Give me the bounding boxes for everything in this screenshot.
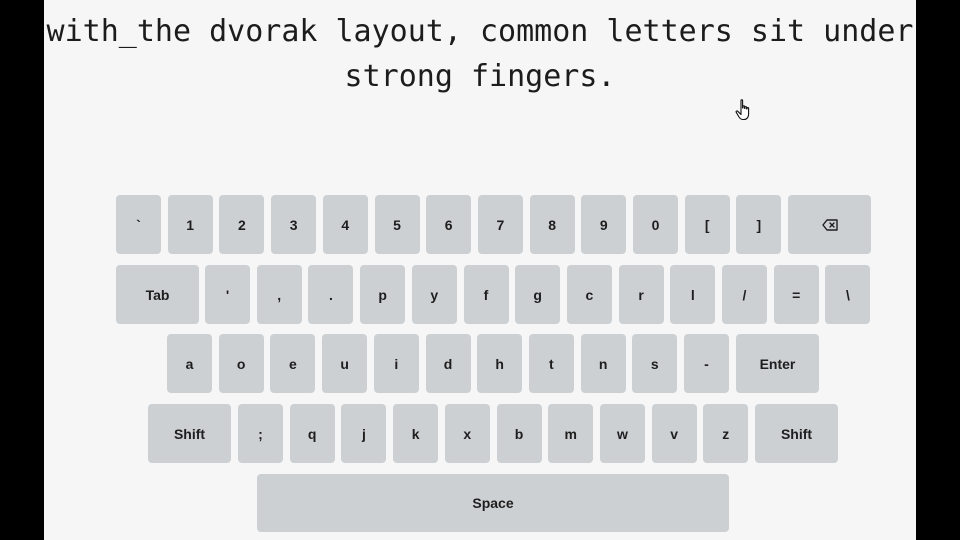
key-t[interactable]: t bbox=[528, 334, 574, 393]
key-o[interactable]: o bbox=[218, 334, 264, 393]
key-p[interactable]: p bbox=[360, 265, 406, 324]
backspace-icon bbox=[821, 218, 838, 231]
key-4[interactable]: 4 bbox=[322, 195, 368, 254]
key-period[interactable]: . bbox=[308, 265, 354, 324]
key-e[interactable]: e bbox=[270, 334, 316, 393]
key-g[interactable]: g bbox=[515, 265, 561, 324]
key-v[interactable]: v bbox=[651, 404, 697, 463]
key-8[interactable]: 8 bbox=[529, 195, 575, 254]
key-c[interactable]: c bbox=[566, 265, 612, 324]
key-2[interactable]: 2 bbox=[219, 195, 265, 254]
key-m[interactable]: m bbox=[548, 404, 594, 463]
key-hyphen[interactable]: - bbox=[684, 334, 729, 393]
key-j[interactable]: j bbox=[341, 404, 387, 463]
left-shift-key[interactable]: Shift bbox=[148, 404, 231, 463]
key-n[interactable]: n bbox=[580, 334, 626, 393]
key-r[interactable]: r bbox=[618, 265, 664, 324]
key-left-bracket[interactable]: [ bbox=[684, 195, 730, 254]
key-w[interactable]: w bbox=[599, 404, 645, 463]
key-3[interactable]: 3 bbox=[271, 195, 317, 254]
key-0[interactable]: 0 bbox=[633, 195, 678, 254]
typing-prompt: with_the dvorak layout, common letters s… bbox=[44, 9, 916, 99]
key-apostrophe[interactable]: ' bbox=[205, 265, 250, 324]
key-6[interactable]: 6 bbox=[426, 195, 472, 254]
key-d[interactable]: d bbox=[425, 334, 471, 393]
key-l[interactable]: l bbox=[670, 265, 716, 324]
key-semicolon[interactable]: ; bbox=[238, 404, 283, 463]
key-a[interactable]: a bbox=[167, 334, 212, 393]
key-h[interactable]: h bbox=[477, 334, 523, 393]
right-shift-key[interactable]: Shift bbox=[755, 404, 838, 463]
enter-key[interactable]: Enter bbox=[736, 334, 819, 393]
key-7[interactable]: 7 bbox=[477, 195, 523, 254]
key-y[interactable]: y bbox=[411, 265, 457, 324]
key-9[interactable]: 9 bbox=[581, 195, 627, 254]
key-slash[interactable]: / bbox=[722, 265, 767, 324]
key-equals[interactable]: = bbox=[773, 265, 819, 324]
backspace-key[interactable] bbox=[788, 195, 871, 254]
key-b[interactable]: b bbox=[496, 404, 542, 463]
key-q[interactable]: q bbox=[289, 404, 335, 463]
key-1[interactable]: 1 bbox=[167, 195, 213, 254]
key-backtick[interactable]: ` bbox=[116, 195, 161, 254]
key-u[interactable]: u bbox=[322, 334, 368, 393]
key-i[interactable]: i bbox=[373, 334, 419, 393]
key-comma[interactable]: , bbox=[256, 265, 302, 324]
space-key[interactable]: Space bbox=[257, 474, 729, 532]
key-z[interactable]: z bbox=[703, 404, 749, 463]
key-f[interactable]: f bbox=[463, 265, 509, 324]
typing-practice-area: with_the dvorak layout, common letters s… bbox=[44, 0, 916, 540]
key-backslash[interactable]: \ bbox=[825, 265, 871, 324]
key-k[interactable]: k bbox=[393, 404, 439, 463]
key-x[interactable]: x bbox=[444, 404, 490, 463]
tab-key[interactable]: Tab bbox=[116, 265, 199, 324]
prompt-line-2: strong fingers. bbox=[344, 59, 616, 94]
hand-pointer-icon bbox=[735, 99, 750, 121]
prompt-line-1: with_the dvorak layout, common letters s… bbox=[46, 14, 914, 49]
key-right-bracket[interactable]: ] bbox=[736, 195, 782, 254]
key-5[interactable]: 5 bbox=[374, 195, 420, 254]
key-s[interactable]: s bbox=[632, 334, 678, 393]
